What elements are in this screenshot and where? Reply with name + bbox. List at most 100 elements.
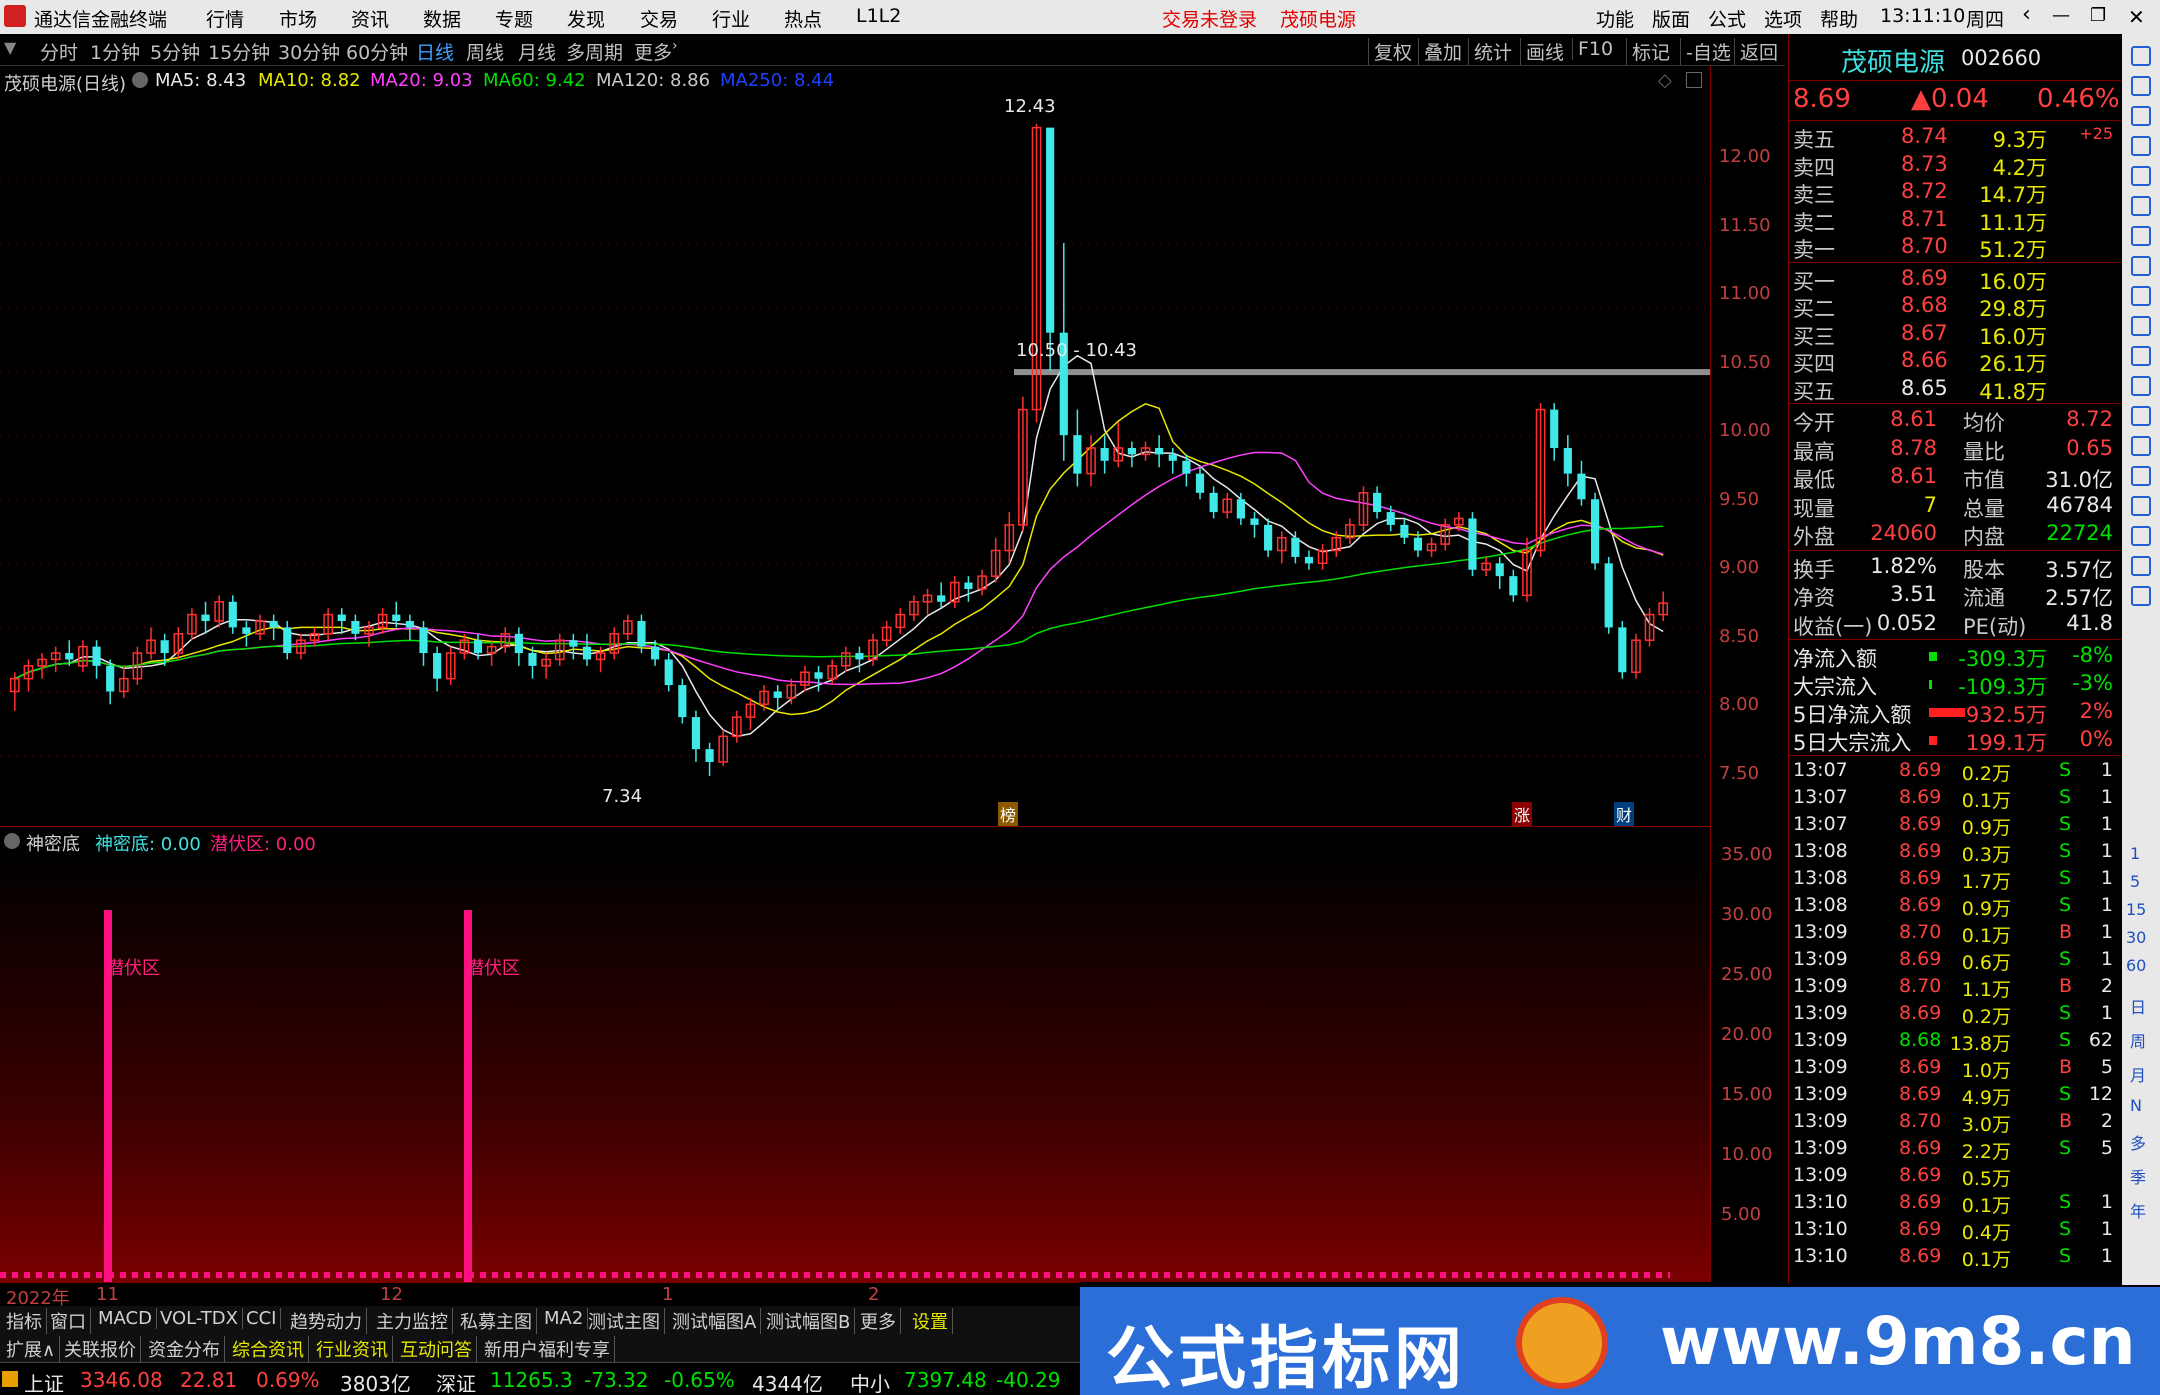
sub-settings-icon[interactable] bbox=[4, 833, 20, 849]
tick-row[interactable]: 13:07 8.69 0.1万 S 1 bbox=[1791, 786, 2117, 813]
tab-kuozhan[interactable]: 扩展∧ bbox=[2, 1336, 61, 1362]
bid-row[interactable]: 买一 8.69 16.0万 bbox=[1791, 266, 2117, 294]
period-fenshi[interactable]: 分时 bbox=[40, 38, 78, 65]
close-icon[interactable]: ✕ bbox=[2128, 5, 2145, 29]
tick-row[interactable]: 13:09 8.69 2.2万 S 5 bbox=[1791, 1137, 2117, 1164]
fund-row[interactable]: 换手 1.82% 股本 3.57亿 bbox=[1791, 554, 2117, 582]
stat-row[interactable]: 现量 7 总量 46784 bbox=[1791, 493, 2117, 521]
chart-icon[interactable] bbox=[2131, 196, 2151, 216]
tab-zonghezixun[interactable]: 综合资讯 bbox=[228, 1336, 309, 1362]
bid-row[interactable]: 买二 8.68 29.8万 bbox=[1791, 293, 2117, 321]
period-15min[interactable]: 15分钟 bbox=[208, 38, 270, 65]
sh-label[interactable]: 上证 bbox=[24, 1368, 64, 1395]
period-side-5[interactable]: 5 bbox=[2130, 872, 2140, 891]
tick-row[interactable]: 13:09 8.70 1.1万 B 2 bbox=[1791, 975, 2117, 1002]
menu-zixun[interactable]: 资讯 bbox=[351, 5, 389, 32]
fund-row[interactable]: 净资 3.51 流通 2.57亿 bbox=[1791, 582, 2117, 610]
grid-icon[interactable] bbox=[2131, 166, 2151, 186]
more-chevron-icon[interactable]: › bbox=[672, 38, 678, 54]
tab-simuzhutu[interactable]: 私募主图 bbox=[456, 1308, 537, 1334]
tab-shezhi[interactable]: 设置 bbox=[908, 1308, 953, 1334]
period-side-multi[interactable]: 多 bbox=[2130, 1130, 2146, 1154]
period-side-n[interactable]: N bbox=[2130, 1096, 2142, 1115]
marker-cai[interactable]: 财 bbox=[1614, 802, 1635, 826]
settings-dot-icon[interactable] bbox=[132, 72, 148, 88]
tab-ceshifutub[interactable]: 测试幅图B bbox=[762, 1308, 856, 1334]
period-side-30[interactable]: 30 bbox=[2126, 928, 2146, 947]
period-side-1[interactable]: 1 bbox=[2130, 844, 2140, 863]
menu-jiaoyi[interactable]: 交易 bbox=[640, 5, 678, 32]
tick-row[interactable]: 13:08 8.69 0.3万 S 1 bbox=[1791, 840, 2117, 867]
tick-row[interactable]: 13:07 8.69 0.9万 S 1 bbox=[1791, 813, 2117, 840]
period-side-month[interactable]: 月 bbox=[2130, 1062, 2146, 1086]
tick-row[interactable]: 13:09 8.69 0.5万 bbox=[1791, 1164, 2117, 1191]
tick-row[interactable]: 13:09 8.69 1.0万 B 5 bbox=[1791, 1056, 2117, 1083]
period-60min[interactable]: 60分钟 bbox=[346, 38, 408, 65]
tool-fanhui[interactable]: 返回 bbox=[1734, 38, 1778, 65]
tab-hangyezixun[interactable]: 行业资讯 bbox=[312, 1336, 393, 1362]
tab-cci[interactable]: CCI bbox=[242, 1308, 282, 1329]
menu-hangye[interactable]: 行业 bbox=[712, 5, 750, 32]
tab-gengduo[interactable]: 更多 bbox=[856, 1308, 901, 1334]
zx-label[interactable]: 中小 bbox=[850, 1368, 890, 1395]
period-side-day[interactable]: 日 bbox=[2130, 994, 2146, 1018]
up-icon[interactable] bbox=[2131, 76, 2151, 96]
tab-chuangkou[interactable]: 窗口 bbox=[46, 1308, 91, 1334]
tab-macd[interactable]: MACD bbox=[94, 1308, 157, 1329]
collapse-icon[interactable]: ▼ bbox=[4, 38, 16, 57]
heart-icon[interactable] bbox=[2131, 436, 2151, 456]
bid-row[interactable]: 买四 8.66 26.1万 bbox=[1791, 348, 2117, 376]
chart-canvas[interactable] bbox=[0, 94, 1710, 822]
period-side-15[interactable]: 15 bbox=[2126, 900, 2146, 919]
pen-icon[interactable] bbox=[2131, 526, 2151, 546]
cross-icon[interactable] bbox=[2131, 496, 2151, 516]
list-icon[interactable] bbox=[2131, 136, 2151, 156]
fund-row[interactable]: 收益(一) 0.052 PE(动) 41.8 bbox=[1791, 611, 2117, 639]
tick-row[interactable]: 13:09 8.69 4.9万 S 12 bbox=[1791, 1083, 2117, 1110]
tick-row[interactable]: 13:10 8.69 0.4万 S 1 bbox=[1791, 1218, 2117, 1245]
marker-bang[interactable]: 榜 bbox=[998, 802, 1019, 826]
period-30min[interactable]: 30分钟 bbox=[278, 38, 340, 65]
back-icon[interactable]: ‹ bbox=[2022, 2, 2031, 27]
bid-row[interactable]: 买三 8.67 16.0万 bbox=[1791, 321, 2117, 349]
tab-vol-tdx[interactable]: VOL-TDX bbox=[156, 1308, 243, 1329]
tab-ceshifutua[interactable]: 测试幅图A bbox=[668, 1308, 762, 1334]
s-icon[interactable] bbox=[2131, 466, 2151, 486]
period-side-season[interactable]: 季 bbox=[2130, 1164, 2146, 1188]
menu-banmian[interactable]: 版面 bbox=[1652, 5, 1690, 32]
tab-qushidongli[interactable]: 趋势动力 bbox=[286, 1308, 367, 1334]
tick-row[interactable]: 13:10 8.69 0.1万 S 1 bbox=[1791, 1191, 2117, 1218]
period-side-week[interactable]: 周 bbox=[2130, 1028, 2146, 1052]
period-daily[interactable]: 日线 bbox=[416, 38, 454, 65]
diamond-icon[interactable]: ◇ bbox=[1658, 70, 1672, 91]
tick-row[interactable]: 13:10 8.69 0.1万 S 1 bbox=[1791, 1245, 2117, 1272]
stat-row[interactable]: 外盘 24060 内盘 22724 bbox=[1791, 521, 2117, 549]
tick-row[interactable]: 13:08 8.69 0.9万 S 1 bbox=[1791, 894, 2117, 921]
tool-biaoji[interactable]: 标记 bbox=[1626, 38, 1670, 65]
ask-row[interactable]: 卖四 8.73 4.2万 bbox=[1791, 152, 2117, 180]
flow-row[interactable]: 大宗流入 -109.3万 -3% bbox=[1791, 671, 2117, 699]
period-weekly[interactable]: 周线 bbox=[466, 38, 504, 65]
tab-ceshizhutu[interactable]: 测试主图 bbox=[584, 1308, 665, 1334]
ask-row[interactable]: 卖五 8.74 9.3万 +25 bbox=[1791, 124, 2117, 152]
market-icon[interactable] bbox=[2, 1371, 18, 1387]
tab-zhulijiankong[interactable]: 主力监控 bbox=[372, 1308, 453, 1334]
tick-row[interactable]: 13:07 8.69 0.2万 S 1 bbox=[1791, 759, 2117, 786]
period-more[interactable]: 更多 bbox=[634, 38, 672, 65]
doc-icon[interactable] bbox=[2131, 316, 2151, 336]
tab-zijinfenbu[interactable]: 资金分布 bbox=[144, 1336, 225, 1362]
candle-icon[interactable] bbox=[2131, 226, 2151, 246]
trade-status[interactable]: 交易未登录 bbox=[1162, 5, 1257, 32]
menu-zhuanti[interactable]: 专题 bbox=[495, 5, 533, 32]
f12-icon[interactable] bbox=[2131, 376, 2151, 396]
tool-zixuan[interactable]: -自选 bbox=[1680, 38, 1731, 65]
candlestick-chart[interactable]: 12.43 7.34 10.50 - 10.43 榜 涨 财 bbox=[0, 94, 1710, 826]
menu-xuanxiang[interactable]: 选项 bbox=[1764, 5, 1802, 32]
tab-guanlianbaojia[interactable]: 关联报价 bbox=[60, 1336, 141, 1362]
period-side-year[interactable]: 年 bbox=[2130, 1198, 2146, 1222]
menu-shuju[interactable]: 数据 bbox=[423, 5, 461, 32]
sub-indicator-panel[interactable]: 潜伏区 潜伏区 bbox=[0, 854, 1710, 1282]
tool-huaxian[interactable]: 画线 bbox=[1520, 38, 1564, 65]
down-icon[interactable] bbox=[2131, 106, 2151, 126]
minimize-icon[interactable]: — bbox=[2052, 5, 2070, 26]
